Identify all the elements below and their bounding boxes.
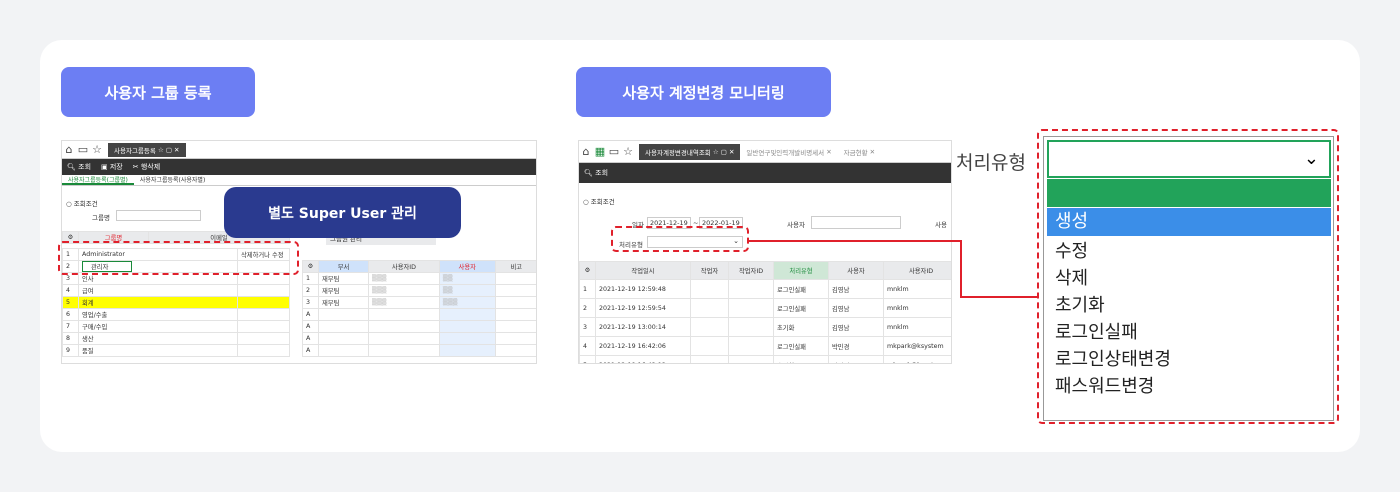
super-user-callout: 별도 Super User 관리 [224, 187, 461, 238]
tab-funds[interactable]: 자금현황 ✕ [838, 145, 881, 159]
subtab-by-user[interactable]: 사용자그룹등록(사용자별) [134, 175, 211, 185]
table-row[interactable]: 9 품질 [62, 344, 290, 357]
member-grid: ⚙ 부서 사용자ID 사용자 비고 1 재무팀 ▒▒▒ ▒▒ 2 재무팀 ▒▒▒ ▒▒ 3 재무팀 ▒▒… [302, 260, 536, 357]
content-card: 사용자 그룹 등록 ⌂ ▭ ☆ 사용자그룹등록 ☆ ▢ ✕ 🔍︎ 조회 ▣ 저장… [40, 40, 1360, 452]
group-name-input[interactable] [116, 210, 201, 221]
delete-row-button[interactable]: ✂ 행삭제 [133, 162, 160, 172]
table-row[interactable]: 3 2021-12-19 13:00:14 초기화 김영남 mnklm [579, 317, 951, 337]
group-name-label: 그룹명 [92, 214, 110, 222]
table-row[interactable]: 8 생산 [62, 332, 290, 345]
star-icon[interactable]: ☆ [621, 145, 635, 158]
tab-account-change[interactable]: 사용자계정변경내역조회 ☆ ▢ ✕ [639, 143, 741, 160]
settings-icon[interactable]: ⚙ [579, 261, 596, 280]
star-icon[interactable]: ☆ [90, 143, 104, 156]
table-row[interactable]: 2 2021-12-19 12:59:54 로그인실패 김영남 mnklm [579, 298, 951, 318]
connector-line [960, 240, 962, 297]
tab-research-dev[interactable]: 일반연구및인력개발비명세서 ✕ [740, 145, 837, 159]
section-title-account-monitor: 사용자 계정변경 모니터링 [576, 67, 831, 117]
account-monitor-screenshot: ⌂ ▦ ▭ ☆ 사용자계정변경내역조회 ☆ ▢ ✕ 일반연구및인력개발비명세서 … [578, 140, 952, 364]
toolbar: 🔍︎ 조회 [579, 163, 951, 183]
table-row[interactable]: 4 2021-12-19 16:42:06 로그인실패 박민경 mkpark@ksyst… [579, 336, 951, 356]
toolbar: 🔍︎ 조회 ▣ 저장 ✂ 행삭제 [62, 159, 536, 175]
highlight-box-group-rows [58, 241, 299, 275]
table-row[interactable]: 52021-12-19 16:42:12초기화박민경mkpark@ksystem [579, 355, 951, 363]
connector-line [960, 296, 1038, 298]
folder-icon[interactable]: ▭ [76, 143, 90, 156]
table-row[interactable]: A [302, 320, 536, 333]
table-row[interactable]: 5 회계 [62, 296, 290, 309]
table-row[interactable]: 3 재무팀 ▒▒▒ ▒▒▒ [302, 296, 536, 309]
connector-line [749, 240, 961, 242]
search-button[interactable]: 🔍︎ 조회 [67, 162, 91, 172]
table-row[interactable]: 4 급여 [62, 284, 290, 297]
table-row[interactable]: A [302, 332, 536, 345]
user-label: 사용자 [787, 221, 805, 229]
table-row[interactable]: 7 구매/수입 [62, 320, 290, 333]
dropdown-label: 처리유형 [956, 152, 1026, 174]
highlight-box-dropdown [1037, 129, 1339, 424]
home-icon[interactable]: ⌂ [579, 145, 593, 158]
save-button[interactable]: ▣ 저장 [101, 162, 123, 172]
tab-bar: ⌂ ▦ ▭ ☆ 사용자계정변경내역조회 ☆ ▢ ✕ 일반연구및인력개발비명세서 … [579, 141, 951, 163]
table-row[interactable]: 1 2021-12-19 12:59:48 로그인실패 김영남 mnklm [579, 279, 951, 299]
search-button[interactable]: 🔍︎ 조회 [584, 168, 608, 178]
calendar-icon[interactable]: ▦ [593, 145, 607, 158]
table-row[interactable]: A [302, 308, 536, 321]
settings-icon[interactable]: ⚙ [302, 260, 319, 273]
search-condition-label: ○ 조회조건 [583, 198, 615, 206]
subtab-by-group[interactable]: 사용자그룹등록(그룹별) [62, 175, 134, 185]
search-condition-label: ○ 조회조건 [66, 200, 98, 208]
change-history-grid: ⚙ 작업일시 작업자 작업자ID 처리유형 사용자 사용자ID 1 2021-12-19 12… [579, 261, 951, 363]
home-icon[interactable]: ⌂ [62, 143, 76, 156]
table-row[interactable]: 2 재무팀 ▒▒▒ ▒▒ [302, 284, 536, 297]
highlight-box-type-select [611, 226, 749, 252]
user-input[interactable] [811, 216, 901, 229]
table-row[interactable]: 6 영업/수출 [62, 308, 290, 321]
tab-user-group[interactable]: 사용자그룹등록 ☆ ▢ ✕ [108, 142, 186, 157]
section-title-user-group: 사용자 그룹 등록 [61, 67, 255, 117]
table-row[interactable]: A [302, 344, 536, 357]
tab-bar: ⌂ ▭ ☆ 사용자그룹등록 ☆ ▢ ✕ [62, 141, 536, 159]
folder-icon[interactable]: ▭ [607, 145, 621, 158]
user-label-2: 사용 [935, 221, 947, 229]
table-row[interactable]: 1 재무팀 ▒▒▒ ▒▒ [302, 272, 536, 285]
